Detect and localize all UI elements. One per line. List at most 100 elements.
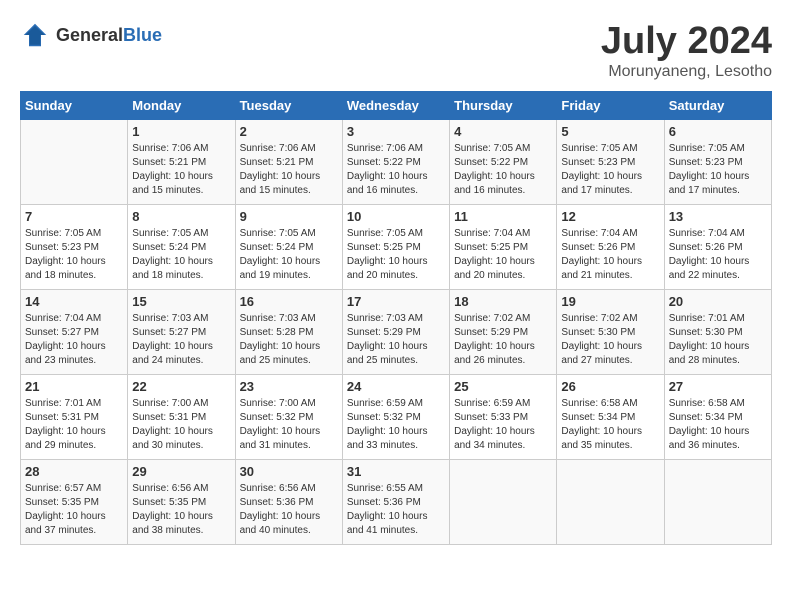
calendar-cell: 18 Sunrise: 7:02 AMSunset: 5:29 PMDayligh…: [450, 290, 557, 375]
day-number: 25: [454, 379, 552, 394]
calendar-cell: 20 Sunrise: 7:01 AMSunset: 5:30 PMDayligh…: [664, 290, 771, 375]
calendar-cell: 27 Sunrise: 6:58 AMSunset: 5:34 PMDayligh…: [664, 375, 771, 460]
calendar-cell: 2Sunrise: 7:06 AMSunset: 5:21 PMDaylight…: [235, 120, 342, 205]
day-info: Sunrise: 7:05 AMSunset: 5:22 PMDaylight:…: [454, 142, 552, 198]
day-info: Sunrise: 7:01 AMSunset: 5:31 PMDaylight:…: [25, 397, 123, 453]
day-number: 13: [669, 209, 767, 224]
day-info: Sunrise: 7:02 AMSunset: 5:30 PMDaylight:…: [561, 312, 659, 368]
day-info: Sunrise: 7:06 AMSunset: 5:21 PMDaylight:…: [132, 142, 230, 198]
calendar-cell: 15Sunrise: 7:03 AMSunset: 5:27 PMDayligh…: [128, 290, 235, 375]
calendar-cell: 28Sunrise: 6:57 AMSunset: 5:35 PMDayligh…: [21, 460, 128, 545]
day-number: 11: [454, 209, 552, 224]
day-info: Sunrise: 7:02 AMSunset: 5:29 PMDaylight:…: [454, 312, 552, 368]
day-info: Sunrise: 7:04 AMSunset: 5:26 PMDaylight:…: [561, 227, 659, 283]
day-number: 26: [561, 379, 659, 394]
day-number: 28: [25, 464, 123, 479]
calendar-cell: 7 Sunrise: 7:05 AMSunset: 5:23 PMDaylight…: [21, 205, 128, 290]
calendar-cell: 23 Sunrise: 7:00 AMSunset: 5:32 PMDayligh…: [235, 375, 342, 460]
calendar-cell: [450, 460, 557, 545]
day-number: 6: [669, 124, 767, 139]
day-info: Sunrise: 6:59 AMSunset: 5:33 PMDaylight:…: [454, 397, 552, 453]
day-number: 23: [240, 379, 338, 394]
day-number: 7: [25, 209, 123, 224]
calendar-cell: 16Sunrise: 7:03 AMSunset: 5:28 PMDayligh…: [235, 290, 342, 375]
day-number: 18: [454, 294, 552, 309]
day-info: Sunrise: 7:05 AMSunset: 5:24 PMDaylight:…: [240, 227, 338, 283]
calendar-cell: 8 Sunrise: 7:05 AMSunset: 5:24 PMDaylight…: [128, 205, 235, 290]
calendar-cell: 1Sunrise: 7:06 AMSunset: 5:21 PMDaylight…: [128, 120, 235, 205]
calendar-week-row: 21 Sunrise: 7:01 AMSunset: 5:31 PMDayligh…: [21, 375, 772, 460]
day-number: 9: [240, 209, 338, 224]
calendar-cell: 14 Sunrise: 7:04 AMSunset: 5:27 PMDayligh…: [21, 290, 128, 375]
day-info: Sunrise: 7:00 AMSunset: 5:32 PMDaylight:…: [240, 397, 338, 453]
calendar-cell: 30Sunrise: 6:56 AMSunset: 5:36 PMDayligh…: [235, 460, 342, 545]
day-number: 29: [132, 464, 230, 479]
logo: GeneralBlue: [20, 20, 162, 50]
day-info: Sunrise: 7:06 AMSunset: 5:22 PMDaylight:…: [347, 142, 445, 198]
day-info: Sunrise: 7:04 AMSunset: 5:25 PMDaylight:…: [454, 227, 552, 283]
day-info: Sunrise: 7:05 AMSunset: 5:23 PMDaylight:…: [25, 227, 123, 283]
day-info: Sunrise: 6:56 AMSunset: 5:35 PMDaylight:…: [132, 482, 230, 538]
calendar-cell: [557, 460, 664, 545]
day-info: Sunrise: 7:01 AMSunset: 5:30 PMDaylight:…: [669, 312, 767, 368]
day-info: Sunrise: 7:04 AMSunset: 5:27 PMDaylight:…: [25, 312, 123, 368]
day-info: Sunrise: 6:58 AMSunset: 5:34 PMDaylight:…: [561, 397, 659, 453]
day-number: 14: [25, 294, 123, 309]
day-number: 27: [669, 379, 767, 394]
col-thursday: Thursday: [450, 92, 557, 120]
col-saturday: Saturday: [664, 92, 771, 120]
calendar-cell: 4 Sunrise: 7:05 AMSunset: 5:22 PMDaylight…: [450, 120, 557, 205]
logo-blue: Blue: [123, 25, 162, 45]
day-info: Sunrise: 7:05 AMSunset: 5:25 PMDaylight:…: [347, 227, 445, 283]
col-friday: Friday: [557, 92, 664, 120]
day-info: Sunrise: 7:05 AMSunset: 5:24 PMDaylight:…: [132, 227, 230, 283]
col-sunday: Sunday: [21, 92, 128, 120]
day-number: 20: [669, 294, 767, 309]
day-info: Sunrise: 7:06 AMSunset: 5:21 PMDaylight:…: [240, 142, 338, 198]
day-number: 4: [454, 124, 552, 139]
day-info: Sunrise: 7:05 AMSunset: 5:23 PMDaylight:…: [561, 142, 659, 198]
calendar-table: Sunday Monday Tuesday Wednesday Thursday…: [20, 91, 772, 545]
calendar-cell: 26 Sunrise: 6:58 AMSunset: 5:34 PMDayligh…: [557, 375, 664, 460]
day-info: Sunrise: 7:03 AMSunset: 5:29 PMDaylight:…: [347, 312, 445, 368]
month-year: July 2024: [601, 20, 772, 63]
calendar-cell: 17Sunrise: 7:03 AMSunset: 5:29 PMDayligh…: [342, 290, 449, 375]
day-number: 21: [25, 379, 123, 394]
logo-general: General: [56, 25, 123, 45]
day-info: Sunrise: 6:55 AMSunset: 5:36 PMDaylight:…: [347, 482, 445, 538]
page-header: GeneralBlue July 2024 Morunyaneng, Lesot…: [20, 20, 772, 81]
calendar-cell: 5 Sunrise: 7:05 AMSunset: 5:23 PMDaylight…: [557, 120, 664, 205]
day-number: 24: [347, 379, 445, 394]
day-info: Sunrise: 6:58 AMSunset: 5:34 PMDaylight:…: [669, 397, 767, 453]
calendar-week-row: 7 Sunrise: 7:05 AMSunset: 5:23 PMDaylight…: [21, 205, 772, 290]
calendar-cell: 12 Sunrise: 7:04 AMSunset: 5:26 PMDayligh…: [557, 205, 664, 290]
title-block: July 2024 Morunyaneng, Lesotho: [601, 20, 772, 81]
calendar-header-row: Sunday Monday Tuesday Wednesday Thursday…: [21, 92, 772, 120]
calendar-cell: 9 Sunrise: 7:05 AMSunset: 5:24 PMDaylight…: [235, 205, 342, 290]
col-wednesday: Wednesday: [342, 92, 449, 120]
day-number: 10: [347, 209, 445, 224]
calendar-cell: 24Sunrise: 6:59 AMSunset: 5:32 PMDayligh…: [342, 375, 449, 460]
day-info: Sunrise: 7:03 AMSunset: 5:27 PMDaylight:…: [132, 312, 230, 368]
calendar-cell: 21 Sunrise: 7:01 AMSunset: 5:31 PMDayligh…: [21, 375, 128, 460]
col-tuesday: Tuesday: [235, 92, 342, 120]
day-number: 12: [561, 209, 659, 224]
calendar-cell: 29 Sunrise: 6:56 AMSunset: 5:35 PMDayligh…: [128, 460, 235, 545]
calendar-cell: [664, 460, 771, 545]
calendar-week-row: 1Sunrise: 7:06 AMSunset: 5:21 PMDaylight…: [21, 120, 772, 205]
day-number: 8: [132, 209, 230, 224]
calendar-cell: [21, 120, 128, 205]
day-number: 3: [347, 124, 445, 139]
calendar-cell: 31Sunrise: 6:55 AMSunset: 5:36 PMDayligh…: [342, 460, 449, 545]
location: Morunyaneng, Lesotho: [601, 63, 772, 81]
calendar-cell: 3 Sunrise: 7:06 AMSunset: 5:22 PMDaylight…: [342, 120, 449, 205]
day-info: Sunrise: 7:05 AMSunset: 5:23 PMDaylight:…: [669, 142, 767, 198]
day-number: 5: [561, 124, 659, 139]
day-number: 16: [240, 294, 338, 309]
calendar-cell: 19 Sunrise: 7:02 AMSunset: 5:30 PMDayligh…: [557, 290, 664, 375]
day-number: 30: [240, 464, 338, 479]
day-number: 19: [561, 294, 659, 309]
calendar-cell: 11 Sunrise: 7:04 AMSunset: 5:25 PMDayligh…: [450, 205, 557, 290]
logo-text: GeneralBlue: [56, 25, 162, 46]
col-monday: Monday: [128, 92, 235, 120]
